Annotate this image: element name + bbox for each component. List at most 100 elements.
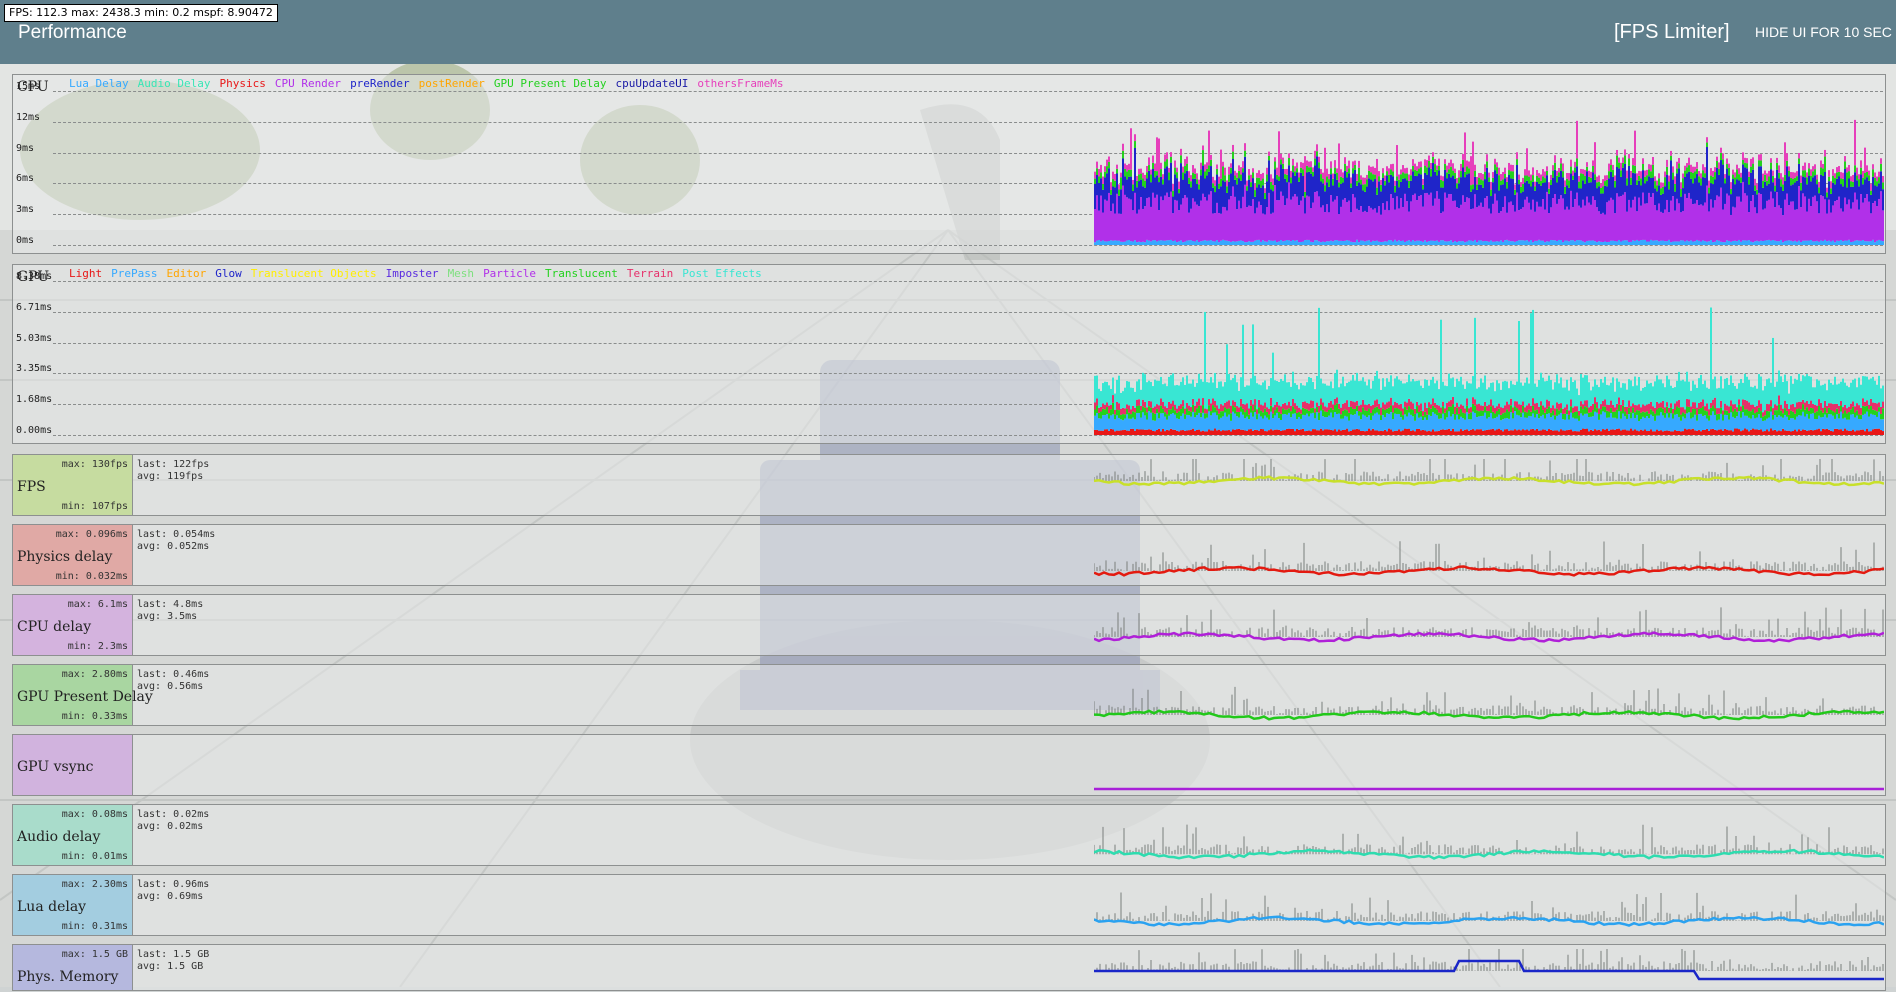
gpu-chart-bar: [1266, 412, 1268, 418]
gpu-chart-bar: [1826, 418, 1828, 429]
gpu-chart-bar: [1236, 382, 1238, 406]
gpu-chart-bar: [1546, 431, 1548, 435]
cpu-chart-bar: [1424, 173, 1426, 193]
cpu-chart-bar: [1772, 240, 1774, 245]
gpu-chart-bar: [1630, 429, 1632, 435]
cpu-chart-bar: [1830, 188, 1832, 194]
cpu-chart-bar: [1390, 194, 1392, 240]
gpu-chart-bar: [1110, 389, 1112, 405]
cpu-chart-bar: [1866, 194, 1868, 241]
cpu-chart-bar: [1324, 185, 1326, 191]
gpu-chart-bar: [1404, 407, 1406, 414]
cpu-chart-bar: [1808, 168, 1810, 175]
cpu-legend-item: othersFrameMs: [697, 77, 783, 90]
cpu-chart-bar: [1462, 160, 1464, 168]
gpu-chart-bar: [1388, 414, 1390, 429]
gpu-chart-bar: [1452, 414, 1454, 429]
cpu-chart-bar: [1820, 168, 1822, 175]
gpu-chart-bar: [1572, 418, 1574, 431]
gpu-chart-bar: [1804, 416, 1806, 429]
cpu-chart-bar: [1242, 197, 1244, 241]
cpu-chart-bar: [1202, 241, 1204, 245]
gpu-chart-bar: [1568, 430, 1570, 435]
gpu-chart-bar: [1858, 419, 1860, 431]
gpu-chart-bar: [1304, 431, 1306, 435]
cpu-chart-bar: [1196, 205, 1198, 240]
cpu-chart-bar: [1496, 167, 1498, 174]
gpu-chart-bar: [1352, 409, 1354, 415]
cpu-chart-bar: [1708, 181, 1710, 188]
gpu-chart-bar: [1476, 389, 1478, 405]
cpu-chart-bar: [1214, 180, 1216, 186]
gpu-chart-bar: [1386, 378, 1388, 402]
cpu-chart-bar: [1272, 241, 1274, 245]
gpu-chart-bar: [1232, 412, 1234, 430]
cpu-chart-bar: [1596, 188, 1598, 207]
gpu-chart-bar: [1324, 406, 1326, 411]
gpu-chart-bar: [1242, 404, 1244, 409]
cpu-chart-bar: [1240, 167, 1242, 174]
gpu-chart-bar: [1390, 430, 1392, 435]
gpu-chart-bar: [1316, 403, 1318, 407]
gpu-chart-bar: [1312, 413, 1314, 429]
cpu-chart-bar: [1418, 162, 1420, 169]
gpu-chart-bar: [1370, 420, 1372, 430]
cpu-chart-bar: [1356, 209, 1358, 240]
cpu-chart-bar: [1384, 185, 1386, 210]
gpu-chart-bar: [1558, 410, 1560, 414]
cpu-chart-bar: [1656, 210, 1658, 240]
gpu-chart-bar: [1608, 431, 1610, 435]
cpu-chart-bar: [1130, 241, 1132, 245]
cpu-chart-bar: [1674, 211, 1676, 242]
cpu-chart-bar: [1480, 185, 1482, 203]
cpu-chart-bar: [1636, 211, 1638, 240]
gpu-chart-bar: [1732, 411, 1734, 416]
cpu-chart-bar: [1598, 211, 1600, 241]
gpu-chart-bar: [1388, 401, 1390, 407]
gpu-chart-bar: [1256, 414, 1258, 419]
fps-limiter-button[interactable]: [FPS Limiter]: [1614, 21, 1730, 44]
gpu-chart-bar: [1596, 402, 1598, 408]
cpu-chart-bar: [1146, 166, 1148, 172]
cpu-chart-bar: [1396, 181, 1398, 197]
cpu-chart-bar: [1780, 173, 1782, 179]
cpu-chart-bar: [1252, 178, 1254, 199]
cpu-chart-bar: [1606, 202, 1608, 242]
gpu-chart-bar: [1818, 429, 1820, 435]
gpu-chart-bar: [1448, 429, 1450, 435]
cpu-chart-bar: [1340, 207, 1342, 241]
gpu-chart-bar: [1216, 405, 1218, 410]
cpu-chart-bar: [1140, 174, 1142, 180]
cpu-chart-bar: [1760, 241, 1762, 245]
cpu-chart-bar: [1778, 178, 1780, 205]
gpu-chart-bar: [1282, 381, 1284, 404]
cpu-chart-bar: [1658, 173, 1660, 178]
cpu-chart-bar: [1814, 241, 1816, 245]
gpu-chart-bar: [1650, 402, 1652, 409]
gpu-chart-bar: [1434, 408, 1436, 414]
cpu-chart-bar: [1306, 166, 1308, 173]
gpu-chart-bar: [1660, 407, 1662, 412]
cpu-chart-bar: [1840, 172, 1842, 178]
cpu-chart-bar: [1844, 198, 1846, 241]
gpu-chart-bar: [1478, 404, 1480, 411]
cpu-chart-bar: [1166, 240, 1168, 245]
cpu-chart-bar: [1342, 241, 1344, 245]
gpu-chart-bar: [1336, 370, 1338, 398]
gpu-chart-bar: [1692, 402, 1694, 409]
gpu-chart-bar: [1112, 395, 1114, 403]
gpu-chart-bar: [1482, 406, 1484, 411]
cpu-chart-bar: [1136, 214, 1138, 242]
gpu-chart-bar: [1328, 386, 1330, 403]
gpu-chart-bar: [1692, 417, 1694, 428]
cpu-chart-bar: [1118, 214, 1120, 241]
gpu-chart-bar: [1290, 411, 1292, 417]
gpu-chart-bar: [1162, 402, 1164, 409]
cpu-chart-bar: [1548, 213, 1550, 241]
gpu-chart-bar: [1634, 418, 1636, 429]
gpu-chart-bar: [1234, 414, 1236, 430]
cpu-chart-bar: [1468, 198, 1470, 240]
gpu-chart-bar: [1392, 419, 1394, 431]
hide-ui-button[interactable]: HIDE UI FOR 10 SEC: [1755, 24, 1892, 40]
metric-last: last: 0.46ms: [137, 669, 209, 681]
